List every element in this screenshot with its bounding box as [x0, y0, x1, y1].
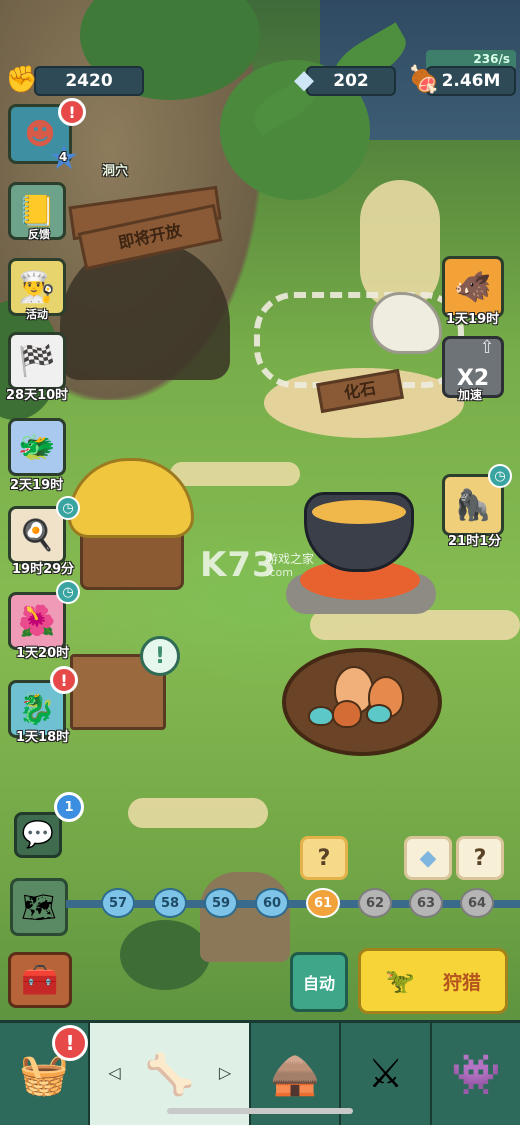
- dirt-path: [128, 798, 268, 828]
- soup-surface: [312, 500, 406, 524]
- event-label: 活动: [26, 308, 48, 321]
- watermark-text: 游戏之家: [266, 552, 315, 566]
- caveman-chef-icon: 👨‍🍳: [18, 269, 56, 305]
- left-arrow-icon[interactable]: ◁: [108, 1063, 120, 1082]
- meat-total: 2.46M: [441, 71, 501, 91]
- dirt-path: [170, 462, 300, 486]
- reward-crystal-63[interactable]: ◆: [404, 836, 452, 880]
- fossil-dino-icon: 🦴: [144, 1051, 195, 1098]
- crystal-icon: ◆: [419, 845, 437, 871]
- up-arrow-icon: ⇧: [479, 336, 495, 358]
- crystal-icon: ◆: [294, 65, 314, 95]
- dirt-path: [310, 610, 520, 640]
- speed-up-label: 加速: [458, 388, 483, 402]
- sea-dragon-icon: 🐉: [18, 691, 56, 727]
- chat-bubble-icon: 💬: [21, 820, 55, 850]
- treasure-chest-icon: 🧰: [21, 962, 59, 998]
- flower-timer: 1天20时: [16, 646, 70, 661]
- pine-trees: [120, 920, 210, 990]
- race-button[interactable]: 🏁: [8, 332, 66, 390]
- hunt-label: 狩猎: [442, 971, 481, 994]
- pig-timer: 1天19时: [446, 312, 500, 327]
- level-node-58[interactable]: 58: [153, 888, 187, 918]
- map-button[interactable]: 🗺: [10, 878, 68, 936]
- profile-alert-icon: !: [58, 98, 86, 126]
- level-node-57[interactable]: 57: [101, 888, 135, 918]
- dino-silhouette-icon: 🦖: [385, 967, 415, 995]
- reward-mystery-61[interactable]: ?: [300, 836, 348, 880]
- nav-tab-weapons[interactable]: ⚔: [341, 1023, 432, 1125]
- egg-icon: [332, 700, 362, 728]
- chef-dino-icon: 🍳: [18, 517, 56, 553]
- home-indicator: [167, 1108, 353, 1114]
- sea-dragon-alert-icon: !: [50, 666, 78, 694]
- level-node-64[interactable]: 64: [460, 888, 494, 918]
- level-node-59[interactable]: 59: [204, 888, 238, 918]
- chat-unread-badge: 1: [54, 792, 84, 822]
- treasure-chest-button[interactable]: 🧰: [8, 952, 72, 1008]
- player-level: 4: [59, 150, 68, 164]
- blue-dragon-icon: 🐲: [18, 429, 56, 465]
- hut-icon: 🛖: [270, 1051, 321, 1098]
- hunt-button[interactable]: 🦖 狩猎: [358, 948, 508, 1014]
- race-timer: 28天10时: [6, 388, 69, 403]
- chat-button[interactable]: 💬: [14, 812, 62, 858]
- notebook-icon: 📒: [18, 193, 56, 229]
- flower-monster-icon: 🌺: [18, 603, 56, 639]
- level-node-62[interactable]: 62: [358, 888, 392, 918]
- clock-icon: ◷: [56, 580, 80, 604]
- broken-shell-icon: [366, 704, 392, 724]
- dirt-path: [360, 180, 440, 310]
- ape-timer: 21时1分: [448, 534, 502, 549]
- dragon-timer: 2天19时: [10, 478, 64, 493]
- crossed-axes-icon: ⚔: [367, 1051, 404, 1097]
- crystal-count: 202: [333, 71, 369, 91]
- reward-mystery-64[interactable]: ?: [456, 836, 504, 880]
- meat-icon: 🍖: [407, 65, 441, 95]
- right-arrow-icon[interactable]: ▷: [219, 1063, 231, 1082]
- map-icon: 🗺: [21, 890, 57, 924]
- red-monster-icon: 👾: [450, 1051, 501, 1098]
- ape-icon: 🦍: [454, 487, 492, 523]
- clock-icon: ◷: [56, 496, 80, 520]
- checkered-flag-icon: 🏁: [18, 343, 56, 379]
- nav-alert-icon: !: [52, 1025, 88, 1061]
- crate-alert-icon[interactable]: !: [140, 636, 180, 676]
- watermark-url: .com: [266, 566, 293, 579]
- nav-tab-monsters[interactable]: 👾: [432, 1023, 520, 1125]
- chef-timer: 19时29分: [12, 562, 75, 577]
- fist-count: 2420: [65, 71, 113, 91]
- location-label: 洞穴: [102, 164, 129, 179]
- broken-shell-icon: [308, 706, 334, 726]
- dragon-button[interactable]: 🐲: [8, 418, 66, 476]
- auto-button[interactable]: 自动: [290, 952, 348, 1012]
- level-node-61[interactable]: 61: [306, 888, 340, 918]
- clock-icon: ◷: [488, 464, 512, 488]
- nav-tab-chest[interactable]: 🧺 !: [0, 1023, 91, 1125]
- fist-icon: ✊: [5, 65, 39, 95]
- pig-icon: 🐗: [454, 269, 492, 305]
- fist-counter: 2420: [34, 66, 144, 96]
- level-node-60[interactable]: 60: [255, 888, 289, 918]
- feedback-label: 反馈: [28, 228, 50, 241]
- level-node-63[interactable]: 63: [409, 888, 443, 918]
- sea-dragon-timer: 1天18时: [16, 730, 70, 745]
